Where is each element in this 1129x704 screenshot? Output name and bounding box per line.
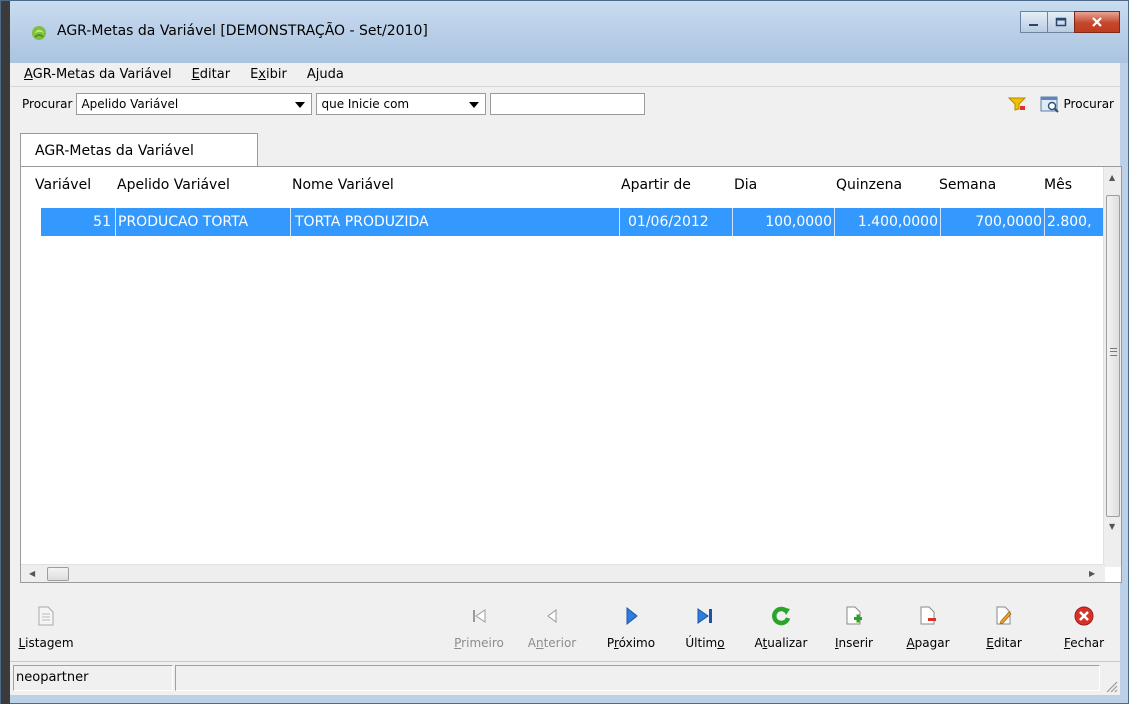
last-record-icon <box>694 605 716 627</box>
search-input[interactable] <box>490 93 646 115</box>
insert-icon <box>843 605 865 627</box>
search-condition-value: que Inicie com <box>321 97 410 111</box>
search-bar: Procurar Apelido Variável que Inicie com <box>10 88 1120 120</box>
primeiro-button[interactable]: Primeiro <box>451 593 507 659</box>
search-field-select[interactable]: Apelido Variável <box>76 93 313 115</box>
apagar-button[interactable]: Apagar <box>900 593 956 659</box>
maximize-button[interactable] <box>1047 11 1075 33</box>
column-header[interactable]: Apartir de <box>621 177 691 193</box>
column-header[interactable]: Semana <box>939 177 996 193</box>
menu-item-metas[interactable]: AGR-Metas da Variável <box>24 67 172 82</box>
proximo-button[interactable]: Próximo <box>599 593 663 659</box>
resize-grip-icon[interactable] <box>1104 679 1118 693</box>
inserir-label: Inserir <box>835 636 873 650</box>
window-controls <box>1020 11 1120 33</box>
next-record-icon <box>620 605 642 627</box>
status-bar: neopartner <box>10 661 1120 695</box>
search-button[interactable]: Procurar <box>1064 97 1114 111</box>
column-header[interactable]: Nome Variável <box>292 177 394 193</box>
close-icon <box>1092 17 1102 27</box>
inserir-button[interactable]: Inserir <box>826 593 882 659</box>
editar-button[interactable]: Editar <box>976 593 1032 659</box>
fechar-label: Fechar <box>1063 636 1105 650</box>
cell-dia: 100,0000 <box>733 208 835 236</box>
previous-record-icon <box>541 605 563 627</box>
atualizar-button[interactable]: Atualizar <box>746 593 816 659</box>
client-area: AGR-Metas da Variável Editar Exibir Ajud… <box>10 63 1122 695</box>
cell-mes: 2.800, <box>1047 214 1092 230</box>
cell-semana: 700,0000 <box>941 208 1045 236</box>
close-icon <box>1073 605 1095 627</box>
window-edge <box>1 1 10 704</box>
cell-apelido: PRODUCAO TORTA <box>116 208 291 236</box>
ultimo-label: Último <box>685 636 725 650</box>
scroll-right-icon[interactable]: ▶ <box>1089 569 1095 578</box>
column-header[interactable]: Mês <box>1044 177 1072 193</box>
menu-bar: AGR-Metas da Variável Editar Exibir Ajud… <box>10 63 1120 87</box>
primeiro-label: Primeiro <box>454 636 504 650</box>
search-condition-select[interactable]: que Inicie com <box>316 93 487 115</box>
status-user: neopartner <box>13 665 173 691</box>
search-actions: Procurar <box>1007 92 1114 116</box>
horizontal-scrollbar[interactable]: ◀ ▶ <box>21 564 1105 582</box>
search-field-value: Apelido Variável <box>81 97 179 111</box>
atualizar-label: Atualizar <box>754 636 808 650</box>
refresh-icon <box>770 605 792 627</box>
maximize-icon <box>1055 17 1067 27</box>
ultimo-button[interactable]: Último <box>679 593 731 659</box>
window-title: AGR-Metas da Variável [DEMONSTRAÇÃO - Se… <box>57 23 428 39</box>
listagem-button[interactable]: Listagem <box>18 593 74 659</box>
menu-item-ajuda[interactable]: Ajuda <box>307 67 344 82</box>
delete-icon <box>917 605 939 627</box>
anterior-label: Anterior <box>527 636 577 650</box>
cell-variavel: 51 <box>41 208 116 236</box>
column-header[interactable]: Dia <box>734 177 757 193</box>
first-record-icon <box>468 605 490 627</box>
cell-quinzena: 1.400,0000 <box>835 208 941 236</box>
document-list-icon <box>35 605 57 627</box>
title-bar[interactable]: AGR-Metas da Variável [DEMONSTRAÇÃO - Se… <box>10 1 1128 63</box>
vertical-scrollbar[interactable]: ▲ ▼ <box>1103 167 1121 567</box>
tab-metas[interactable]: AGR-Metas da Variável <box>20 133 258 167</box>
column-header[interactable]: Variável <box>35 177 91 193</box>
editar-label: Editar <box>986 636 1022 650</box>
menu-item-exibir[interactable]: Exibir <box>250 67 287 82</box>
column-header[interactable]: Apelido Variável <box>117 177 230 193</box>
vertical-scroll-thumb[interactable] <box>1106 195 1120 517</box>
search-icon[interactable] <box>1040 95 1060 113</box>
scroll-up-icon[interactable]: ▲ <box>1109 173 1115 182</box>
close-window-button[interactable] <box>1074 11 1120 33</box>
tab-panel: Variável Apelido Variável Nome Variável … <box>20 166 1122 583</box>
grip-icon <box>1110 348 1117 356</box>
proximo-label: Próximo <box>606 636 656 650</box>
fechar-button[interactable]: Fechar <box>1054 593 1114 659</box>
menu-label-metas: GR-Metas da Variável <box>32 67 172 82</box>
search-label: Procurar <box>22 97 73 111</box>
cell-apartir: 01/06/2012 <box>620 208 733 236</box>
scroll-left-icon[interactable]: ◀ <box>29 569 35 578</box>
app-window: AGR-Metas da Variável [DEMONSTRAÇÃO - Se… <box>0 0 1129 704</box>
filter-icon[interactable] <box>1007 97 1026 111</box>
toolbar: Listagem Primeiro Anterior Próximo Últim… <box>10 593 1120 659</box>
table-row[interactable]: 51 PRODUCAO TORTA TORTA PRODUZIDA 01/06/… <box>41 208 1107 236</box>
listagem-label: Listagem <box>18 636 74 650</box>
scroll-down-icon[interactable]: ▼ <box>1109 522 1115 531</box>
grid-header: Variável Apelido Variável Nome Variável … <box>21 167 1106 203</box>
minimize-icon <box>1029 24 1038 26</box>
chevron-down-icon <box>469 102 480 108</box>
status-panel <box>175 665 1100 691</box>
horizontal-scroll-thumb[interactable] <box>47 567 69 581</box>
apagar-label: Apagar <box>906 636 950 650</box>
chevron-down-icon <box>295 102 306 108</box>
anterior-button[interactable]: Anterior <box>520 593 584 659</box>
cell-nome: TORTA PRODUZIDA <box>291 208 620 236</box>
minimize-button[interactable] <box>1020 11 1048 33</box>
column-header[interactable]: Quinzena <box>836 177 902 193</box>
app-logo-icon <box>32 26 46 40</box>
edit-icon <box>993 605 1015 627</box>
menu-item-editar[interactable]: Editar <box>192 67 231 82</box>
